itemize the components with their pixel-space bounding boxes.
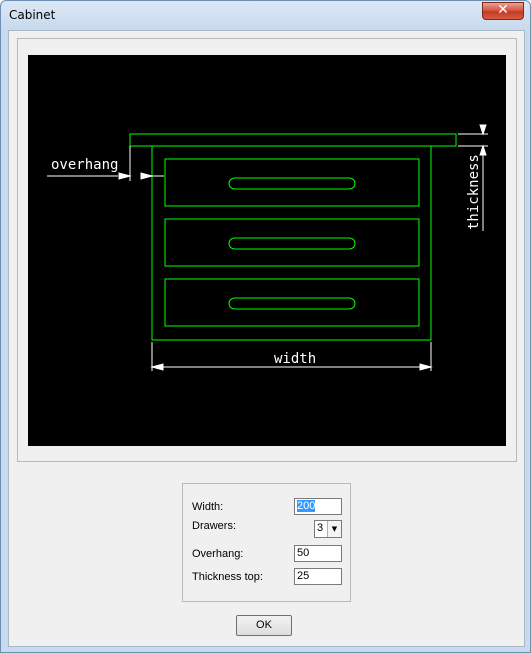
drawer-1 [164,158,420,207]
thickness-top-field-value: 25 [297,570,310,582]
width-arrow-right [419,363,433,371]
width-label: width [274,351,316,367]
overhang-arrow-right [140,172,154,180]
close-button[interactable]: ✕ [482,2,524,20]
cabinet-dialog-window: Cabinet ✕ overhang width thickness Width… [0,0,531,653]
chevron-down-icon[interactable]: ▼ [327,521,341,537]
width-label: Width: [192,501,224,513]
drawers-select-value: 3 [317,522,324,534]
overhang-label: overhang [51,157,118,173]
drawer-2-handle [228,237,356,250]
ok-button[interactable]: OK [236,615,292,636]
close-icon: ✕ [497,2,509,18]
overhang-field-value: 50 [297,547,310,559]
drawer-3-handle [228,297,356,310]
width-arrow-left [150,363,164,371]
parameters-group: Width: 200 Drawers: 3 ▼ Overhang: 50 Thi… [182,483,351,602]
thickness-top-field[interactable]: 25 [294,568,342,585]
overhang-field-label: Overhang: [192,548,244,560]
dialog-client-area: overhang width thickness Width: 200 Draw… [8,30,525,647]
width-field[interactable]: 200 [294,498,342,515]
cabinet-preview-canvas: overhang width thickness [28,55,506,446]
overhang-arrow-left [118,172,132,180]
drawers-select[interactable]: 3 ▼ [314,520,342,538]
cabinet-drawing: overhang width thickness [47,124,488,371]
overhang-field[interactable]: 50 [294,545,342,562]
thickness-label: thickness [466,154,482,230]
window-title: Cabinet [9,8,56,22]
drawer-3 [164,278,420,327]
drawer-1-handle [228,177,356,190]
drawers-label: Drawers: [192,520,237,532]
preview-frame: overhang width thickness [17,38,517,462]
drawer-2 [164,218,420,267]
title-bar[interactable]: Cabinet ✕ [1,1,530,30]
cabinet-top-board [129,133,457,147]
thickness-arrow-top [479,124,487,136]
cabinet-body [151,145,432,341]
thickness-top-label: Thickness top: [192,571,263,583]
width-field-value: 200 [297,500,316,512]
